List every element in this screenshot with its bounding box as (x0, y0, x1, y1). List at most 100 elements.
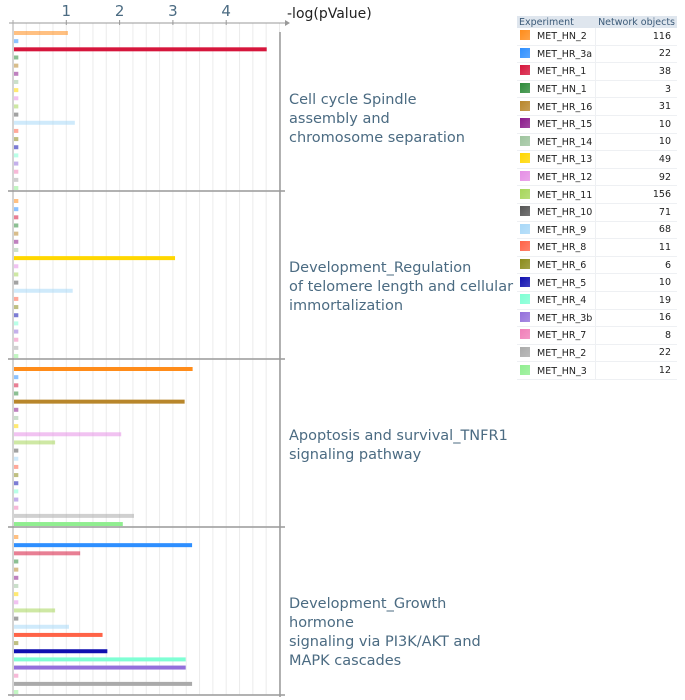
legend-name: MET_HR_3b (537, 312, 593, 324)
legend-header-experiment: Experiment (517, 16, 596, 28)
legend-row: MET_HR_7 8 (517, 326, 677, 345)
legend-experiment: MET_HR_9 (517, 221, 597, 240)
bar-met-hr-11 (14, 440, 56, 445)
legend-swatch-icon (520, 311, 530, 322)
bar-met-hr-3a (14, 207, 19, 212)
legend-experiment: MET_HR_6 (517, 256, 597, 275)
bar-met-hr-11 (14, 272, 19, 277)
bar-met-hr-9 (14, 120, 75, 125)
legend-swatch-icon (520, 100, 530, 111)
group-label-line: signaling via PI3K/AKT and (289, 634, 481, 650)
bar-met-hr-8 (14, 296, 19, 301)
bar-met-hr-6 (14, 641, 19, 646)
group-label-line: MAPK cascades (289, 653, 402, 669)
bar-met-hr-13 (14, 256, 176, 261)
group-label-line: of telomere length and cellular (289, 279, 514, 295)
legend-objects: 11 (595, 238, 677, 257)
bar-met-hr-8 (14, 632, 103, 637)
legend-name: MET_HR_15 (537, 119, 593, 131)
bar-met-hr-7 (14, 169, 19, 174)
x-tick-label: 1 (62, 2, 72, 20)
legend-experiment: MET_HN_2 (517, 28, 597, 46)
legend-objects: 71 (595, 203, 677, 222)
bar-met-hr-13 (14, 592, 19, 597)
legend-row: MET_HR_4 19 (517, 291, 677, 310)
legend-swatch-icon (520, 65, 530, 76)
legend-name: MET_HR_12 (537, 172, 593, 184)
legend-swatch-icon (520, 346, 530, 357)
legend-swatch-icon (520, 118, 530, 129)
group-label-line: Development_Growth hormone (289, 596, 447, 631)
bar-met-hr-16 (14, 567, 19, 572)
legend-swatch-icon (520, 171, 530, 182)
legend-objects: 38 (595, 62, 677, 81)
legend-name: MET_HR_3a (537, 48, 593, 60)
legend-swatch-icon (520, 241, 530, 252)
bar-met-hn-2 (14, 199, 19, 203)
legend-name: MET_HN_1 (537, 84, 587, 96)
legend-row: MET_HR_5 10 (517, 273, 677, 292)
bar-met-hr-3b (14, 497, 19, 502)
legend-row: MET_HR_1 38 (517, 62, 677, 81)
legend-experiment: MET_HR_7 (517, 326, 597, 345)
legend-experiment: MET_HR_5 (517, 273, 597, 292)
bar-met-hr-4 (14, 489, 19, 494)
bar-met-hr-15 (14, 575, 19, 580)
bar-met-hn-2 (14, 31, 68, 35)
legend-experiment: MET_HR_1 (517, 62, 597, 81)
bar-met-hr-10 (14, 112, 19, 117)
bar-met-hr-4 (14, 321, 19, 326)
legend-row: MET_HR_12 92 (517, 168, 677, 187)
bar-met-hn-3 (14, 186, 19, 191)
legend-swatch-icon (520, 30, 530, 41)
legend-experiment: MET_HR_3b (517, 309, 597, 328)
bar-met-hr-1 (14, 47, 267, 52)
group-label: Apoptosis and survival_TNFR1 signaling pa… (289, 427, 514, 465)
group-label-line: Apoptosis and survival_TNFR1 (289, 428, 508, 444)
legend-row: MET_HR_15 10 (517, 115, 677, 134)
x-tick-label: 3 (168, 2, 178, 20)
bar-met-hn-1 (14, 223, 19, 228)
legend-swatch-icon (520, 329, 530, 340)
bar-met-hr-14 (14, 79, 19, 84)
group-label-line: immortalization (289, 298, 404, 314)
legend-swatch-icon (520, 83, 530, 94)
bar-met-hr-12 (14, 600, 19, 605)
bar-met-hr-2 (14, 513, 134, 518)
bar-met-hr-6 (14, 473, 19, 478)
legend-row: MET_HR_2 22 (517, 344, 677, 363)
group-label-line: Cell cycle Spindle (289, 92, 417, 108)
legend-name: MET_HR_14 (537, 136, 593, 148)
bar-met-hn-3 (14, 690, 19, 695)
bar-met-hr-7 (14, 337, 19, 342)
bar-met-hr-3a (14, 543, 193, 548)
legend-objects: 10 (595, 115, 677, 134)
legend-swatch-icon (520, 188, 530, 199)
legend-name: MET_HR_8 (537, 242, 587, 254)
legend-swatch-icon (520, 135, 530, 146)
bar-met-hr-3a (14, 375, 19, 380)
legend-name: MET_HR_11 (537, 189, 593, 201)
bar-met-hr-2 (14, 681, 193, 686)
legend-row: MET_HN_3 12 (517, 361, 677, 380)
bar-met-hr-13 (14, 88, 19, 93)
bar-met-hr-5 (14, 481, 19, 486)
legend-experiment: MET_HR_3a (517, 45, 597, 64)
legend-objects: 16 (595, 309, 677, 328)
legend-objects: 10 (595, 133, 677, 152)
x-tick-label: 4 (221, 2, 231, 20)
legend-name: MET_HN_3 (537, 365, 587, 377)
legend-objects: 10 (595, 273, 677, 292)
group-label-line: assembly and (289, 111, 390, 127)
legend-objects: 92 (595, 168, 677, 187)
bar-met-hr-9 (14, 288, 73, 293)
legend-objects: 49 (595, 150, 677, 169)
bar-met-hr-10 (14, 280, 19, 285)
legend-row: MET_HR_13 49 (517, 150, 677, 169)
legend-objects: 22 (595, 344, 677, 363)
group-label-line: Development_Regulation (289, 260, 472, 276)
legend-row: MET_HR_16 31 (517, 97, 677, 116)
bar-met-hr-16 (14, 231, 19, 236)
group-label: Cell cycle Spindle assembly and chromosome… (289, 91, 514, 148)
bar-met-hr-1 (14, 215, 19, 220)
